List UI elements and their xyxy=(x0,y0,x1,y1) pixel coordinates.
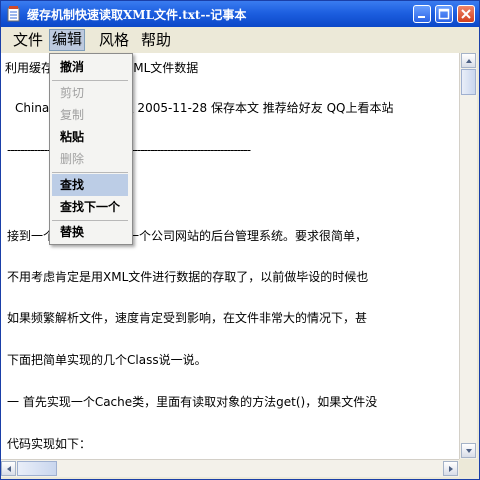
vertical-scroll-thumb[interactable] xyxy=(461,69,476,95)
menu-help[interactable]: 帮助 xyxy=(139,30,173,50)
document-line: 不用考虑肯定是用XML文件进行数据的存取了，以前做毕设的时候也 xyxy=(7,270,369,284)
menu-item-find-next[interactable]: 查找下一个 xyxy=(52,196,128,218)
scroll-left-button[interactable] xyxy=(1,461,16,476)
notepad-app-icon xyxy=(7,6,20,22)
horizontal-scrollbar[interactable] xyxy=(1,459,459,477)
document-line: 下面把简单实现的几个Class说一说。 xyxy=(7,353,207,367)
scroll-right-button[interactable] xyxy=(443,461,458,476)
menu-item-replace[interactable]: 替换 xyxy=(52,221,128,243)
close-icon xyxy=(461,9,471,19)
notepad-window: 缓存机制快速读取XML文件.txt--记事本 文件 编辑 风格 帮助 利用缓存机… xyxy=(0,0,480,480)
menu-bar: 文件 编辑 风格 帮助 xyxy=(1,27,479,53)
menu-item-delete[interactable]: 删除 xyxy=(52,148,128,170)
scroll-up-button[interactable] xyxy=(461,53,476,68)
document-line: 一 首先实现一个Cache类，里面有读取对象的方法get()，如果文件没 xyxy=(7,395,378,409)
horizontal-scroll-thumb[interactable] xyxy=(17,461,57,476)
vertical-scrollbar[interactable] xyxy=(459,53,477,459)
scroll-down-button[interactable] xyxy=(461,443,476,458)
minimize-button[interactable] xyxy=(413,5,431,23)
menu-item-paste[interactable]: 粘贴 xyxy=(52,126,128,148)
window-title: 缓存机制快速读取XML文件.txt--记事本 xyxy=(27,8,247,22)
arrow-up-icon xyxy=(466,59,472,63)
title-bar[interactable]: 缓存机制快速读取XML文件.txt--记事本 xyxy=(1,1,479,27)
maximize-button[interactable] xyxy=(435,5,453,23)
close-button[interactable] xyxy=(457,5,475,23)
document-line: 如果频繁解析文件，速度肯定受到影响，在文件非常大的情况下，甚 xyxy=(7,311,368,325)
menu-separator xyxy=(52,80,128,81)
arrow-down-icon xyxy=(466,449,472,453)
menu-separator xyxy=(52,172,128,173)
document-line: 代码实现如下： xyxy=(7,437,92,451)
arrow-left-icon xyxy=(7,466,11,472)
menu-edit[interactable]: 编辑 xyxy=(49,29,86,51)
arrow-right-icon xyxy=(449,466,453,472)
menu-style[interactable]: 风格 xyxy=(97,30,131,50)
menu-item-copy[interactable]: 复制 xyxy=(52,104,128,126)
edit-menu-dropdown: 撤消 剪切 复制 粘贴 删除 查找 查找下一个 替换 xyxy=(49,53,133,245)
minimize-icon xyxy=(418,16,425,18)
resize-grip[interactable] xyxy=(459,459,477,477)
menu-item-undo[interactable]: 撤消 xyxy=(52,56,128,78)
menu-file[interactable]: 文件 xyxy=(11,30,45,50)
menu-item-find[interactable]: 查找 xyxy=(52,174,128,196)
menu-item-cut[interactable]: 剪切 xyxy=(52,82,128,104)
maximize-icon xyxy=(438,8,450,20)
